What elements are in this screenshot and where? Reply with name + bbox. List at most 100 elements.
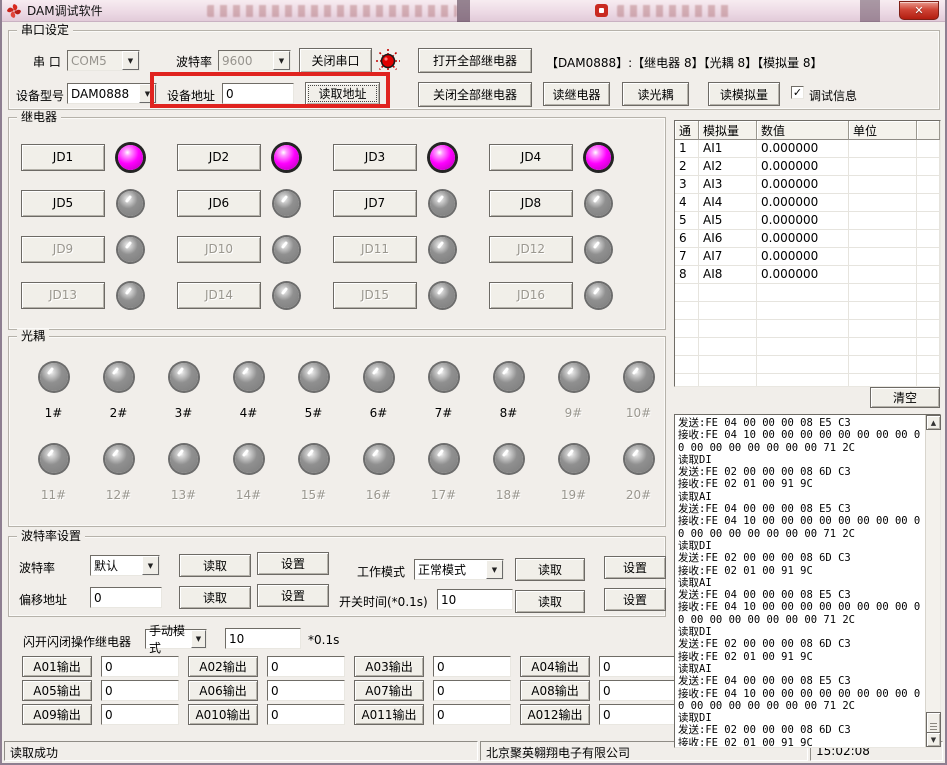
debug-info-checkbox[interactable]: ✓ (791, 86, 804, 99)
output-button[interactable]: A01输出 (22, 656, 92, 677)
relay-light-icon (586, 145, 611, 170)
open-all-relays-button[interactable]: 打开全部继电器 (418, 48, 532, 73)
com-port-select[interactable]: COM5 ▼ (67, 50, 140, 71)
table-row[interactable] (675, 302, 940, 320)
output-value-input[interactable] (433, 680, 511, 701)
flash-time-input[interactable] (225, 628, 301, 649)
work-mode-set-button[interactable]: 设置 (604, 556, 666, 579)
output-value-input[interactable] (267, 704, 345, 725)
scroll-up-icon[interactable]: ▲ (926, 415, 941, 430)
output-value-input[interactable] (101, 680, 179, 701)
table-row[interactable]: 3AI30.000000 (675, 176, 940, 194)
output-value-input[interactable] (433, 704, 511, 725)
table-row[interactable] (675, 374, 940, 387)
table-cell (757, 284, 849, 302)
output-button[interactable]: A05输出 (22, 680, 92, 701)
table-row[interactable] (675, 284, 940, 302)
opto-channel: 2# (86, 359, 151, 420)
table-row[interactable] (675, 320, 940, 338)
output-value-input[interactable] (267, 680, 345, 701)
table-cell (675, 320, 699, 338)
output-value-input[interactable] (101, 656, 179, 677)
output-button[interactable]: A02输出 (188, 656, 258, 677)
relay-button[interactable]: JD9 (21, 236, 105, 263)
output-value-input[interactable] (433, 656, 511, 677)
debug-log[interactable]: 发送:FE 04 00 00 00 08 E5 C3 接收:FE 04 10 0… (674, 414, 941, 748)
relay-button[interactable]: JD12 (489, 236, 573, 263)
output-value-input[interactable] (267, 656, 345, 677)
opto-channel-label: 3# (175, 406, 193, 420)
table-header-row[interactable]: 通模拟量数值单位 (675, 121, 940, 140)
switch-time-set-button[interactable]: 设置 (604, 588, 666, 611)
relay-button[interactable]: JD6 (177, 190, 261, 217)
relay-button[interactable]: JD1 (21, 144, 105, 171)
output-button[interactable]: A012输出 (520, 704, 590, 725)
relay-button[interactable]: JD7 (333, 190, 417, 217)
output-value-input[interactable] (599, 704, 677, 725)
close-button[interactable]: ✕ (899, 1, 939, 20)
relay-button[interactable]: JD11 (333, 236, 417, 263)
device-address-input[interactable] (222, 83, 294, 104)
relay-button[interactable]: JD2 (177, 144, 261, 171)
output-cell: A011输出 (354, 704, 520, 728)
opto-channel: 1# (21, 359, 86, 420)
table-row[interactable]: 5AI50.000000 (675, 212, 940, 230)
clear-log-button[interactable]: 清空 (870, 387, 940, 408)
output-button[interactable]: A010输出 (188, 704, 258, 725)
table-row[interactable]: 7AI70.000000 (675, 248, 940, 266)
table-row[interactable] (675, 338, 940, 356)
flash-mode-select[interactable]: 手动模式 ▼ (145, 629, 207, 649)
output-value-input[interactable] (101, 704, 179, 725)
device-model-select[interactable]: DAM0888 ▼ (67, 83, 157, 104)
relay-button[interactable]: JD5 (21, 190, 105, 217)
relay-button[interactable]: JD14 (177, 282, 261, 309)
table-row[interactable]: 6AI60.000000 (675, 230, 940, 248)
output-value-input[interactable] (599, 680, 677, 701)
baud-rate-select[interactable]: 9600 ▼ (218, 50, 291, 71)
read-address-button[interactable]: 读取地址 (305, 82, 380, 105)
work-mode-read-button[interactable]: 读取 (515, 558, 585, 581)
output-value-input[interactable] (599, 656, 677, 677)
table-cell (675, 338, 699, 356)
table-cell (917, 176, 940, 194)
offset-set-button[interactable]: 设置 (257, 584, 329, 607)
table-row[interactable]: 8AI80.000000 (675, 266, 940, 284)
table-row[interactable]: 1AI10.000000 (675, 140, 940, 158)
scroll-down-icon[interactable]: ▼ (926, 732, 941, 747)
relay-button[interactable]: JD8 (489, 190, 573, 217)
work-mode-select[interactable]: 正常模式 ▼ (414, 559, 504, 580)
table-row[interactable]: 2AI20.000000 (675, 158, 940, 176)
output-button[interactable]: A08输出 (520, 680, 590, 701)
output-button[interactable]: A011输出 (354, 704, 424, 725)
output-button[interactable]: A04输出 (520, 656, 590, 677)
output-button[interactable]: A09输出 (22, 704, 92, 725)
offset-address-input[interactable] (90, 587, 162, 608)
read-analog-button[interactable]: 读模拟量 (708, 82, 780, 106)
switch-time-read-button[interactable]: 读取 (515, 590, 585, 613)
output-button[interactable]: A06输出 (188, 680, 258, 701)
log-scrollbar[interactable]: ▲ ▼ (925, 415, 940, 747)
relay-button[interactable]: JD4 (489, 144, 573, 171)
read-opto-button[interactable]: 读光耦 (622, 82, 689, 106)
read-relay-button[interactable]: 读继电器 (543, 82, 610, 106)
table-row[interactable]: 4AI40.000000 (675, 194, 940, 212)
offset-read-button[interactable]: 读取 (179, 586, 251, 609)
table-row[interactable] (675, 356, 940, 374)
switch-time-input[interactable] (437, 589, 513, 610)
opto-light-icon (235, 445, 263, 473)
output-button[interactable]: A07输出 (354, 680, 424, 701)
analog-table[interactable]: 通模拟量数值单位1AI10.0000002AI20.0000003AI30.00… (674, 120, 941, 387)
close-all-relays-button[interactable]: 关闭全部继电器 (418, 82, 532, 107)
close-serial-button[interactable]: 关闭串口 (299, 48, 372, 73)
table-cell (917, 338, 940, 356)
baud-setting-select[interactable]: 默认 ▼ (90, 555, 160, 576)
relay-button[interactable]: JD16 (489, 282, 573, 309)
relay-button[interactable]: JD3 (333, 144, 417, 171)
output-button[interactable]: A03输出 (354, 656, 424, 677)
chevron-down-icon: ▼ (191, 630, 206, 648)
relay-button[interactable]: JD15 (333, 282, 417, 309)
baud-read-button[interactable]: 读取 (179, 554, 251, 577)
relay-button[interactable]: JD10 (177, 236, 261, 263)
baud-set-button[interactable]: 设置 (257, 552, 329, 575)
relay-button[interactable]: JD13 (21, 282, 105, 309)
